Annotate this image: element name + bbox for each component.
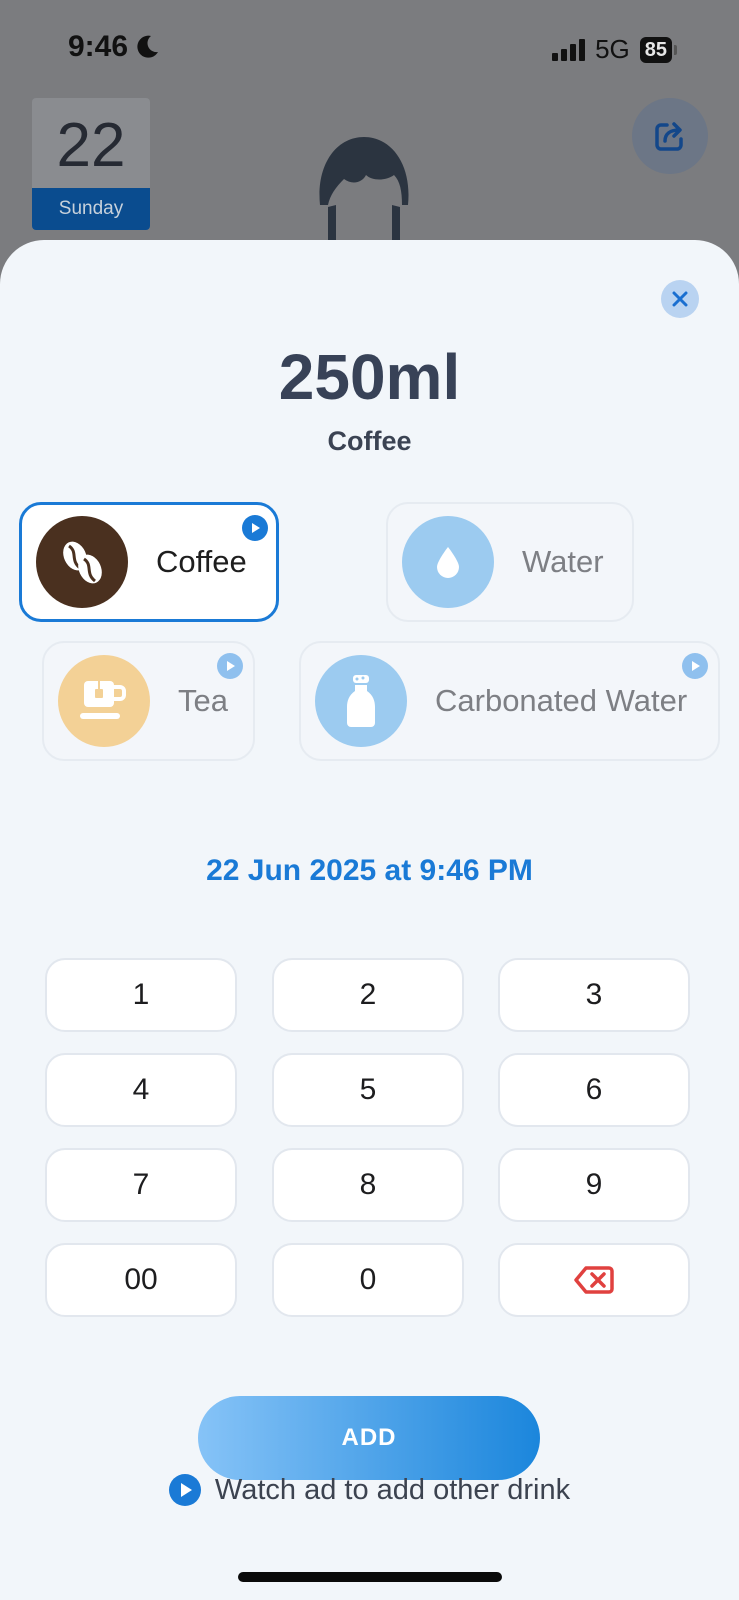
ad-play-icon [242,515,268,541]
close-button[interactable] [661,280,699,318]
network-type: 5G [595,34,630,64]
day-name: Sunday [32,188,150,230]
signal-icon [552,38,586,61]
drink-option-carbonated-water[interactable]: Carbonated Water [299,641,720,761]
share-button[interactable] [632,98,708,174]
keypad-key-7[interactable]: 7 [45,1148,237,1222]
water-drop-icon [402,516,494,608]
watch-ad-label: Watch ad to add other drink [214,1473,571,1506]
soda-bottle-icon [315,655,407,747]
status-time: 9:46 [68,30,160,64]
drink-name-tea: Tea [178,683,228,718]
close-icon [672,291,688,307]
moon-icon [137,35,159,58]
keypad-key-5[interactable]: 5 [272,1053,464,1127]
keypad-key-4[interactable]: 4 [45,1053,237,1127]
status-indicators: 5G 85 [552,34,677,65]
selected-drink-label: Coffee [327,426,412,456]
tea-cup-icon [58,655,150,747]
drink-name-water: Water [522,544,604,579]
share-icon [655,122,683,151]
keypad-key-00[interactable]: 00 [45,1243,237,1317]
keypad-key-0[interactable]: 0 [272,1243,464,1317]
status-bar: 9:46 5G 85 [0,0,739,96]
battery-icon: 85 [639,36,677,63]
amount-display: 250ml [278,341,461,413]
keypad-key-6[interactable]: 6 [498,1053,690,1127]
ad-play-icon [682,653,708,679]
play-circle-icon [168,1474,201,1506]
avatar [319,137,409,240]
keypad-key-8[interactable]: 8 [272,1148,464,1222]
drink-option-tea[interactable]: Tea [42,641,255,761]
date-number: 22 [56,111,126,180]
keypad-key-9[interactable]: 9 [498,1148,690,1222]
status-time-text: 9:46 [68,30,129,63]
backspace-icon [574,1266,614,1294]
drink-name-coffee: Coffee [156,544,247,579]
keypad-key-3[interactable]: 3 [498,958,690,1032]
watch-ad-link[interactable]: Watch ad to add other drink [0,1470,739,1510]
keypad-backspace-button[interactable] [498,1243,690,1317]
datetime-picker[interactable]: 22 Jun 2025 at 9:46 PM [0,854,739,888]
add-drink-sheet: 250ml Coffee Coffee Water Tea Carbonated… [0,240,739,1600]
home-indicator[interactable] [238,1572,502,1582]
drink-option-water[interactable]: Water [386,502,634,622]
keypad-key-2[interactable]: 2 [272,958,464,1032]
battery-level: 85 [639,36,672,63]
date-card[interactable]: 22 Sunday [32,98,150,230]
add-button[interactable]: ADD [198,1396,540,1480]
keypad-key-1[interactable]: 1 [45,958,237,1032]
drink-option-coffee[interactable]: Coffee [19,502,279,622]
ad-play-icon [217,653,243,679]
coffee-bean-icon [36,516,128,608]
drink-name-carbonated-water: Carbonated Water [435,683,688,718]
